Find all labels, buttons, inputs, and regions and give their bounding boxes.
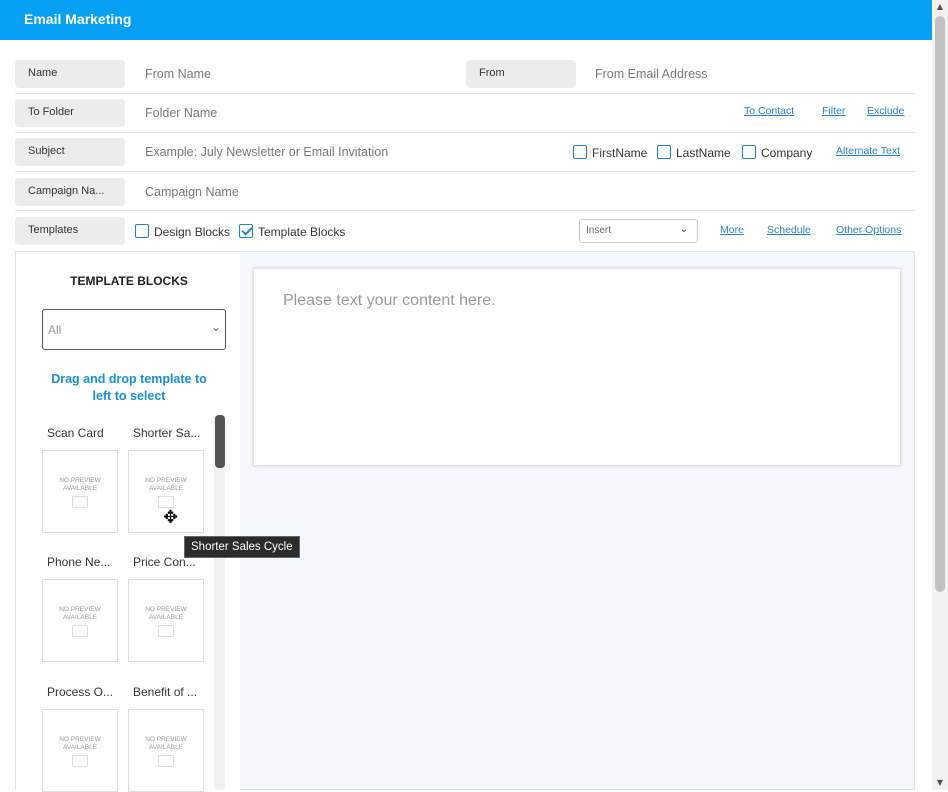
from-email-input[interactable]: From Email Address [595,67,708,81]
design-blocks-checkbox[interactable] [135,224,149,238]
template-name: Benefit of ... [133,685,198,699]
template-card-price[interactable]: NO PREVIEW AVAILABLE [128,579,204,662]
firstname-checkbox[interactable] [573,145,587,159]
page-scrollbar[interactable]: ▲ ▼ [932,0,948,790]
to-contact-link[interactable]: To Contact [744,105,794,117]
app-header: Email Marketing [0,0,932,40]
more-link[interactable]: More [720,224,744,236]
template-blocks-checkbox[interactable] [239,224,253,238]
no-preview-text: NO PREVIEW AVAILABLE [59,736,101,751]
campaign-row: Campaign Na... Campaign Name [15,172,915,211]
name-row: Name From Name From From Email Address [15,55,915,94]
template-card-process[interactable]: NO PREVIEW AVAILABLE [42,709,118,792]
drag-drop-help: Drag and drop template to left to select [51,372,207,403]
template-name: Shorter Sa... [133,426,201,440]
company-checkbox[interactable] [742,145,756,159]
image-placeholder-icon [72,625,88,637]
no-preview-text: NO PREVIEW AVAILABLE [59,477,101,492]
template-list-scrollbar-thumb[interactable] [215,415,225,468]
template-name: Phone Ne... [47,555,111,569]
move-cursor-icon: ✥ [163,507,179,528]
chevron-down-icon: ⌄ [679,224,688,235]
campaign-name-label: Campaign Na... [15,178,125,206]
image-placeholder-icon [72,755,88,767]
exclude-link[interactable]: Exclude [867,105,904,117]
page-scrollbar-thumb[interactable] [935,16,945,592]
firstname-label: FirstName [592,146,648,160]
no-preview-text: NO PREVIEW AVAILABLE [59,606,101,621]
template-blocks-title: TEMPLATE BLOCKS [70,274,188,288]
chevron-down-icon: ⌄ [210,320,221,334]
from-name-input[interactable]: From Name [145,67,211,81]
template-name: Scan Card [47,426,104,440]
no-preview-text: NO PREVIEW AVAILABLE [145,477,187,492]
template-card-scan-card[interactable]: NO PREVIEW AVAILABLE [42,450,118,533]
scroll-down-icon[interactable]: ▼ [932,776,948,790]
template-blocks-label: Template Blocks [258,225,346,239]
lastname-checkbox[interactable] [657,145,671,159]
templates-row: Templates Design Blocks Template Blocks … [15,211,915,250]
no-preview-text: NO PREVIEW AVAILABLE [145,606,187,621]
template-name: Process O... [47,685,114,699]
other-options-link[interactable]: Other Options [836,224,901,236]
template-card-phone[interactable]: NO PREVIEW AVAILABLE [42,579,118,662]
alternate-text-link[interactable]: Alternate Text [836,145,900,157]
image-placeholder-icon [158,755,174,767]
templates-label: Templates [15,217,125,245]
folder-name-input[interactable]: Folder Name [145,106,217,120]
name-label: Name [15,60,125,88]
filter-link[interactable]: Filter [822,105,845,117]
to-folder-label: To Folder [15,99,125,127]
template-filter-select[interactable]: All ⌄ [42,309,226,350]
scroll-up-icon[interactable]: ▲ [932,0,948,14]
insert-select[interactable]: Insert ⌄ [579,219,698,243]
template-tooltip: Shorter Sales Cycle [184,536,300,558]
design-blocks-label: Design Blocks [154,225,231,239]
template-filter-value: All [48,323,62,337]
company-label: Company [761,146,813,160]
subject-input[interactable]: Example: July Newsletter or Email Invita… [145,145,388,159]
content-editor[interactable]: Please text your content here. [253,268,901,466]
template-card-benefit[interactable]: NO PREVIEW AVAILABLE [128,709,204,792]
campaign-name-input[interactable]: Campaign Name [145,185,239,199]
to-folder-row: To Folder Folder Name To Contact Filter … [15,94,915,133]
image-placeholder-icon [158,625,174,637]
app-title: Email Marketing [24,11,132,27]
subject-row: Subject Example: July Newsletter or Emai… [15,133,915,172]
image-placeholder-icon [72,496,88,508]
content-editor-placeholder: Please text your content here. [283,292,496,309]
lastname-label: LastName [676,146,731,160]
subject-label: Subject [15,138,125,166]
insert-select-value: Insert [586,225,612,236]
template-list-scrollbar[interactable] [214,415,225,790]
from-label: From [466,60,576,88]
no-preview-text: NO PREVIEW AVAILABLE [145,736,187,751]
schedule-link[interactable]: Schedule [767,224,811,236]
